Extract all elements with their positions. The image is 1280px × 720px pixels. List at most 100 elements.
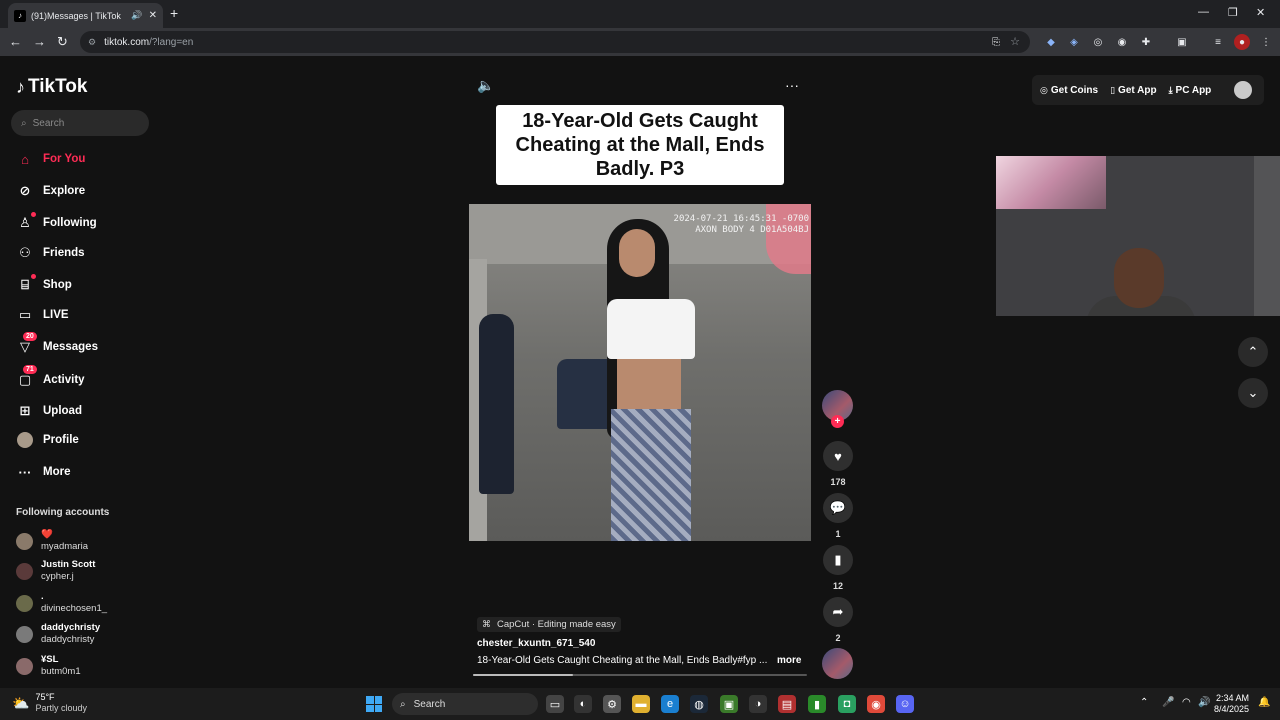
weather-widget[interactable]: ⛅ 75°F Partly cloudy xyxy=(12,692,87,714)
live-icon: ▭ xyxy=(18,307,32,322)
sidebar-item-more[interactable]: ··· More xyxy=(16,463,71,481)
settings-icon[interactable]: ⚙ xyxy=(603,695,621,713)
video-scene xyxy=(607,299,695,359)
search-input[interactable]: ⌕ Search xyxy=(11,110,149,136)
more-button[interactable]: more xyxy=(777,655,801,666)
volume-icon[interactable]: 🔈 xyxy=(477,77,494,94)
avatar xyxy=(16,625,33,643)
sidebar-item-messages[interactable]: ▽ 20 Messages xyxy=(16,332,98,356)
save-action[interactable]: ▮ 12 xyxy=(822,545,854,591)
profile-icon[interactable]: ● xyxy=(1234,34,1250,50)
install-app-icon[interactable]: ⎘ xyxy=(988,34,1004,50)
capcut-tag[interactable]: ⌘ CapCut · Editing made easy xyxy=(477,617,621,632)
sidebar-item-friends[interactable]: ⚇ Friends xyxy=(16,244,84,262)
close-window-icon[interactable]: ✕ xyxy=(1256,6,1265,19)
chrome-icon[interactable]: ◉ xyxy=(867,695,885,713)
browser-tab[interactable]: ♪ (91)Messages | TikTok 🔊 ✕ xyxy=(8,3,163,28)
sidebar-item-label: Messages xyxy=(43,341,98,353)
extension-icon[interactable]: ◉ xyxy=(1114,34,1130,50)
sidebar-item-activity[interactable]: ▢ 71 Activity xyxy=(16,365,85,389)
following-accounts-heading: Following accounts xyxy=(16,507,110,518)
taskbar-search[interactable]: ⌕ Search xyxy=(392,693,538,715)
video-player[interactable]: 2024-07-21 16:45:31 -0700 AXON BODY 4 D0… xyxy=(469,204,811,541)
browser-toolbar: ← → ↻ ⚙ tiktok.com/?lang=en ☆ xyxy=(0,28,1280,56)
sound-avatar[interactable] xyxy=(822,648,853,679)
account-handle: butm0m1 xyxy=(41,666,81,677)
clock[interactable]: 2:34 AM 8/4/2025 xyxy=(1214,693,1249,715)
previous-video-button[interactable]: ⌃ xyxy=(1238,337,1268,367)
media-control-icon[interactable]: ≡ xyxy=(1210,34,1226,50)
like-action[interactable]: ♥ 178 xyxy=(822,441,854,487)
following-account[interactable]: . divinechosen1_ xyxy=(16,591,107,615)
sidebar-item-profile[interactable]: Profile xyxy=(16,431,79,449)
kebab-menu-icon[interactable]: ⋮ xyxy=(1258,34,1274,50)
capcut-icon: ⌘ xyxy=(482,619,491,629)
app-icon[interactable]: ▤ xyxy=(778,695,796,713)
sidebar-item-upload[interactable]: ⊞ Upload xyxy=(16,402,82,420)
activity-icon: ▢ 71 xyxy=(16,365,37,389)
video-progress-bar[interactable] xyxy=(473,674,807,676)
edge-icon[interactable]: e xyxy=(661,695,679,713)
speaker-icon[interactable]: 🔊 xyxy=(131,10,142,21)
back-icon[interactable]: ← xyxy=(9,34,22,49)
bookmark-star-icon[interactable]: ☆ xyxy=(1010,35,1020,48)
notifications-icon[interactable]: 🔔 xyxy=(1258,697,1270,708)
pc-app-button[interactable]: ⤓ PC App xyxy=(1169,85,1212,96)
clock-date: 8/4/2025 xyxy=(1214,704,1250,714)
tiktok-logo[interactable]: ♪ TikTok xyxy=(16,76,87,98)
video-author[interactable]: chester_kxuntn_671_540 xyxy=(477,638,595,649)
more-options-icon[interactable]: ··· xyxy=(785,77,799,93)
heart-icon[interactable]: ♥ xyxy=(823,441,853,471)
forward-icon[interactable]: → xyxy=(33,34,46,49)
app-icon[interactable]: ◐ xyxy=(574,695,592,713)
steam-icon[interactable]: ◍ xyxy=(690,695,708,713)
next-video-button[interactable]: ⌄ xyxy=(1238,378,1268,408)
taskbar: ⛅ 75°F Partly cloudy ⌕ Search ▭ ◐ ⚙ ▬ e … xyxy=(0,688,1280,720)
close-tab-icon[interactable]: ✕ xyxy=(149,10,157,21)
get-app-button[interactable]: ▯ Get App xyxy=(1110,85,1156,96)
sidebar-item-following[interactable]: ♙ Following xyxy=(16,212,97,232)
volume-icon[interactable]: 🔊 xyxy=(1198,697,1210,708)
minimize-icon[interactable]: — xyxy=(1198,6,1209,18)
sidebar-item-explore[interactable]: ⊘ Explore xyxy=(16,182,86,200)
file-explorer-icon[interactable]: ▬ xyxy=(632,695,650,713)
start-button[interactable] xyxy=(366,696,382,712)
app-icon[interactable]: ▣ xyxy=(720,695,738,713)
share-action[interactable]: ➦ 2 xyxy=(822,597,854,643)
sidepanel-icon[interactable]: ▣ xyxy=(1174,34,1190,50)
extension-icon[interactable]: ◈ xyxy=(1066,34,1082,50)
avatar xyxy=(16,532,33,550)
discord-icon[interactable]: ☺ xyxy=(896,695,914,713)
extension-icon[interactable]: ◎ xyxy=(1090,34,1106,50)
following-account[interactable]: Justin Scott cypher.j xyxy=(16,559,95,583)
following-account[interactable]: ❤️ myadmaria xyxy=(16,529,88,553)
app-icon[interactable]: ◑ xyxy=(749,695,767,713)
app-icon[interactable]: ▮ xyxy=(808,695,826,713)
comment-icon[interactable]: 💬 xyxy=(823,493,853,523)
bookmark-icon[interactable]: ▮ xyxy=(823,545,853,575)
avatar[interactable] xyxy=(1234,81,1252,99)
restore-icon[interactable]: ❐ xyxy=(1228,6,1238,19)
following-account[interactable]: ¥SL butm0m1 xyxy=(16,654,81,678)
comment-action[interactable]: 💬 1 xyxy=(822,493,854,539)
new-tab-button[interactable]: + xyxy=(170,5,178,21)
header-actions: ◎ Get Coins ▯ Get App ⤓ PC App xyxy=(1032,75,1264,105)
extension-icon[interactable]: ◆ xyxy=(1043,34,1059,50)
address-bar[interactable]: ⚙ tiktok.com/?lang=en ☆ xyxy=(80,31,1030,53)
wifi-icon[interactable]: ◠ xyxy=(1182,697,1191,708)
puzzle-icon[interactable]: ✚ xyxy=(1138,34,1154,50)
chevron-up-icon[interactable]: ⌃ xyxy=(1140,697,1148,708)
microphone-icon[interactable]: 🎤 xyxy=(1162,697,1174,708)
share-icon[interactable]: ➦ xyxy=(823,597,853,627)
follow-plus-icon[interactable]: + xyxy=(831,415,844,428)
site-info-icon[interactable]: ⚙ xyxy=(88,37,96,48)
app-icon[interactable]: ◘ xyxy=(838,695,856,713)
account-handle: cypher.j xyxy=(41,571,74,582)
sidebar-item-for-you[interactable]: ⌂ For You xyxy=(16,150,85,168)
get-coins-button[interactable]: ◎ Get Coins xyxy=(1040,85,1098,96)
following-account[interactable]: daddychristy daddychristy xyxy=(16,622,100,646)
sidebar-item-shop[interactable]: ⌸ Shop xyxy=(16,274,72,294)
sidebar-item-live[interactable]: ▭ LIVE xyxy=(16,306,69,324)
reload-icon[interactable]: ↻ xyxy=(57,34,68,50)
task-view-icon[interactable]: ▭ xyxy=(546,695,564,713)
